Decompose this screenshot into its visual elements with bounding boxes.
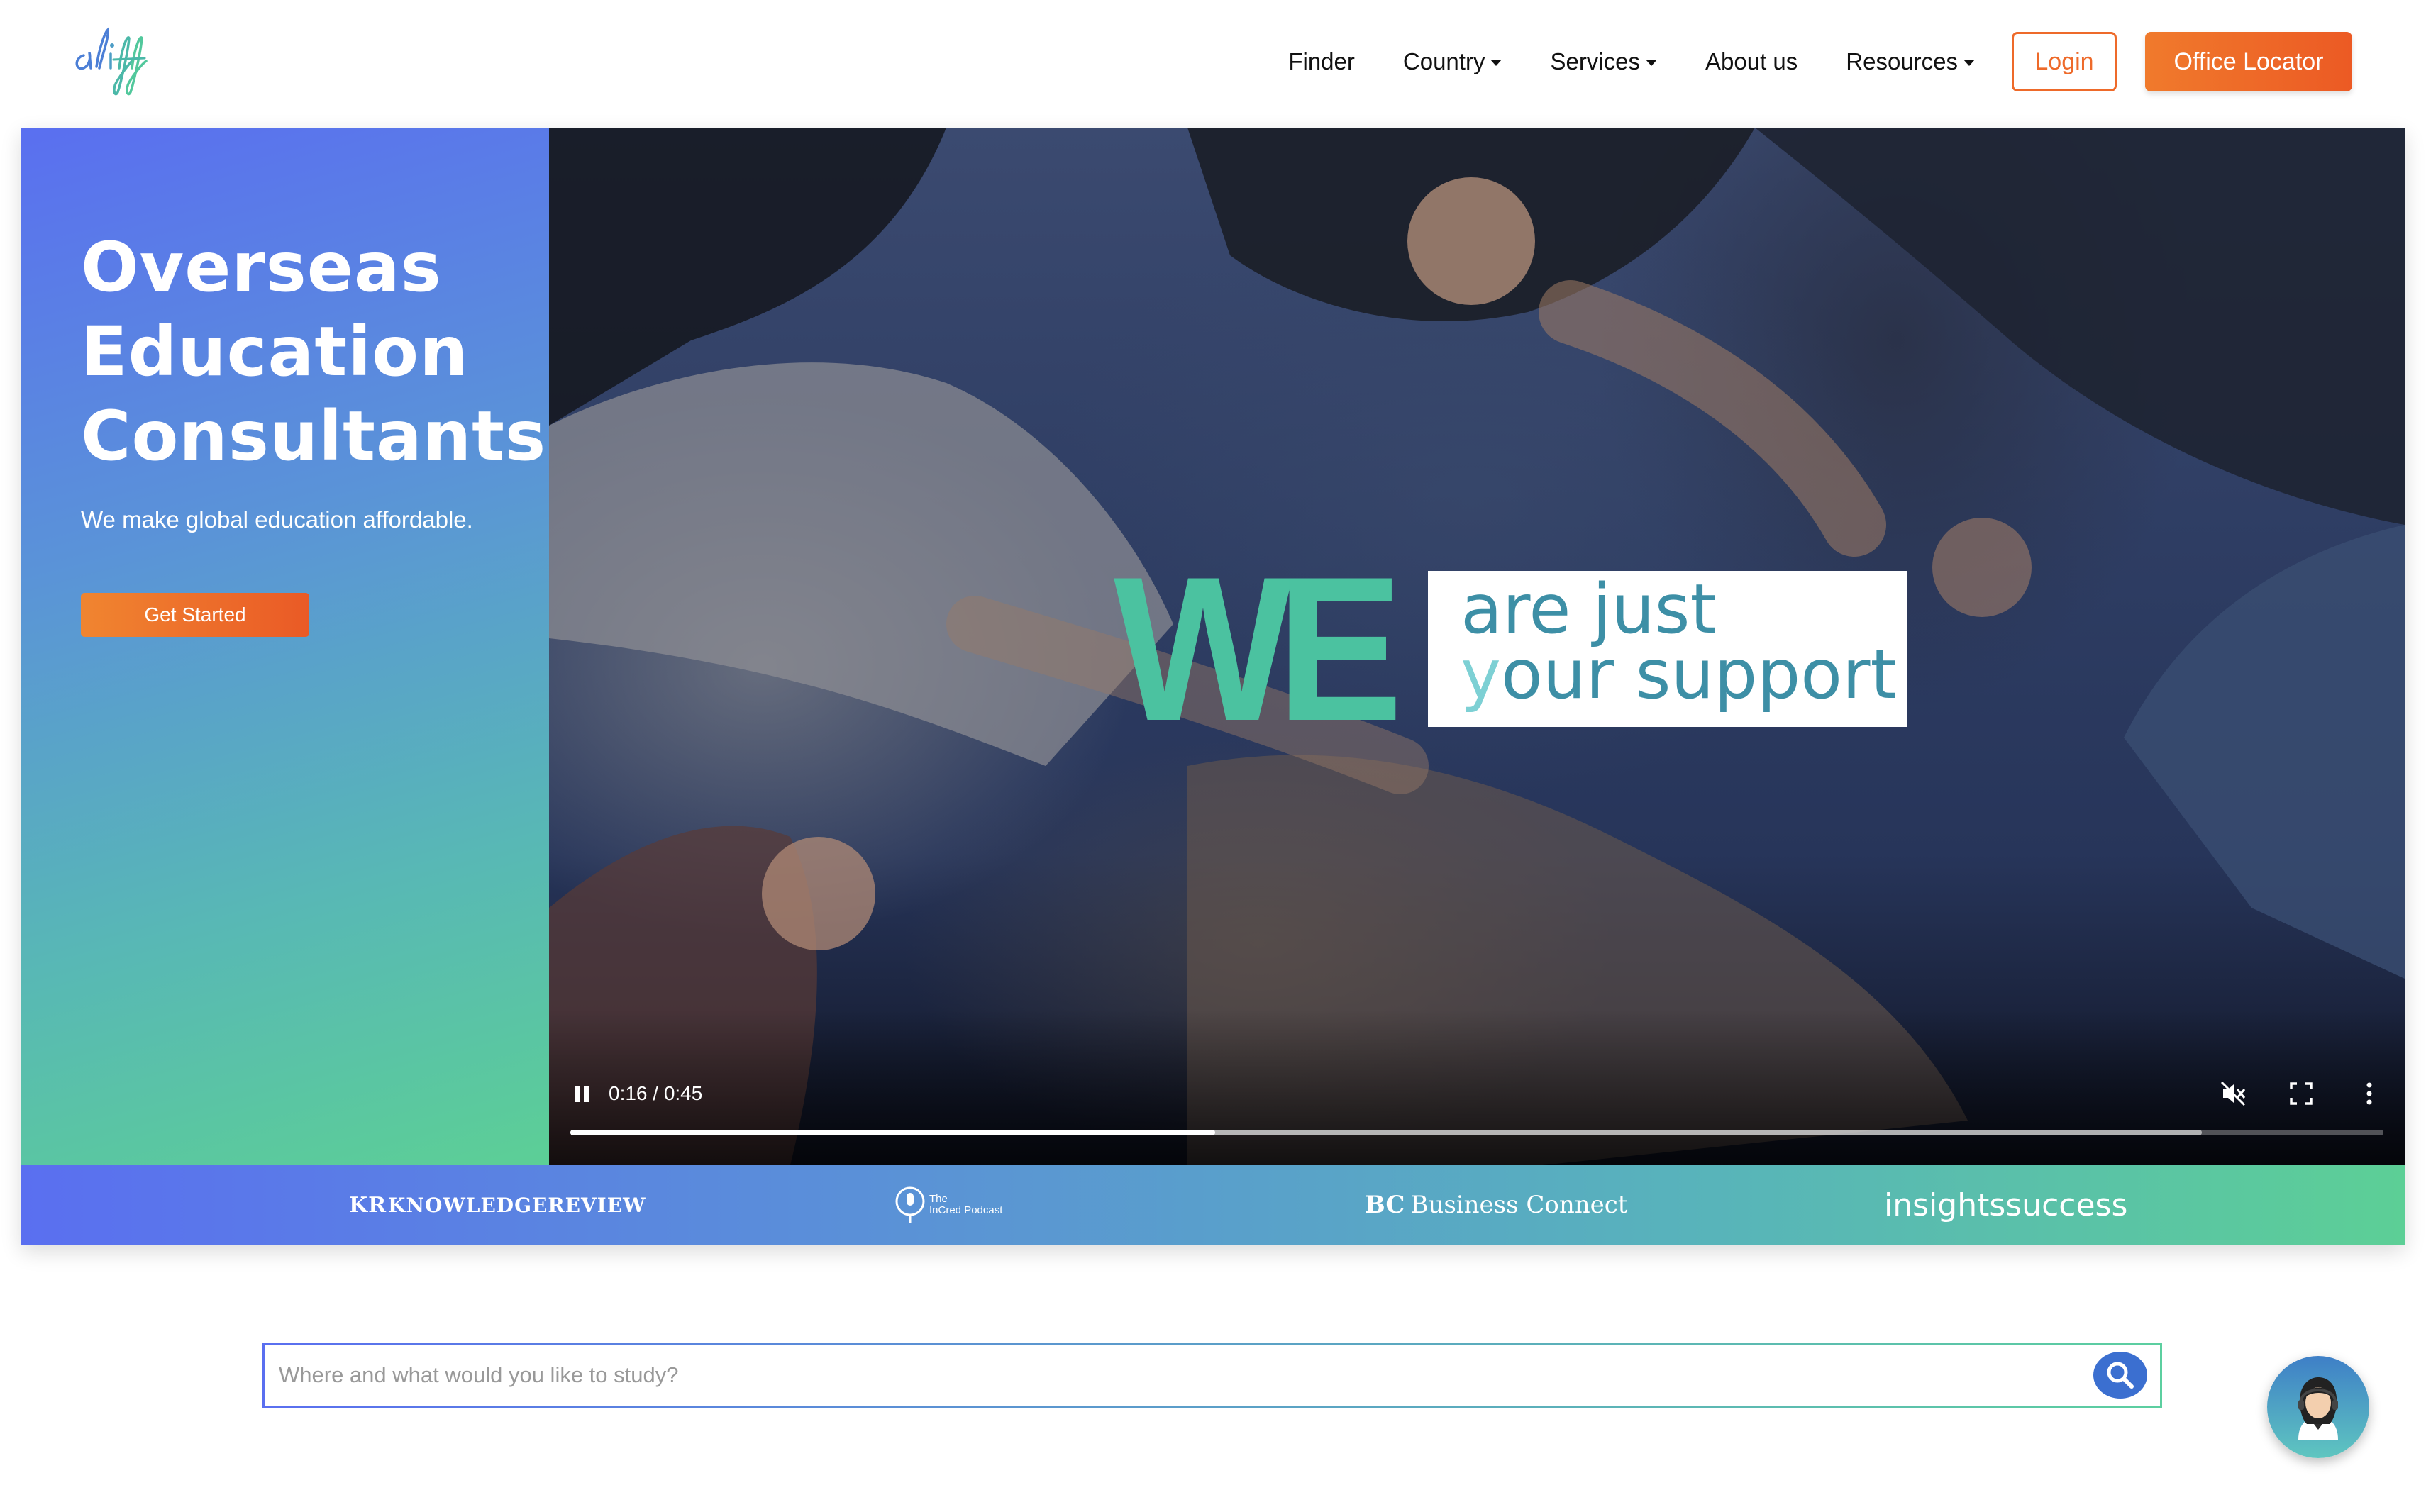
support-agent-icon: [2298, 1377, 2338, 1440]
office-locator-button[interactable]: Office Locator: [2145, 32, 2352, 91]
site-header: Finder Country Services About us Resourc…: [0, 0, 2426, 128]
video-controls-gradient: [549, 1009, 2405, 1165]
search-icon: [2107, 1362, 2134, 1389]
caption-line: are just: [1461, 569, 1717, 649]
search-button[interactable]: [2093, 1352, 2147, 1399]
hero-title-line: Consultants.: [81, 396, 573, 476]
nav-about-us[interactable]: About us: [1705, 48, 1798, 75]
press-logo-text: insightssuccess: [1884, 1186, 2128, 1223]
video-caption: WE are just your support: [1114, 534, 1908, 764]
caret-down-icon: [1646, 59, 1657, 66]
video-progress-bar[interactable]: [570, 1130, 2383, 1135]
hero-title-line: Overseas: [81, 228, 442, 307]
nav-country-label: Country: [1402, 48, 1485, 74]
caption-line-rest: our support: [1500, 635, 1898, 714]
get-started-button[interactable]: Get Started: [81, 593, 309, 637]
nav-services-label: Services: [1550, 48, 1640, 74]
business-connect-logo[interactable]: BC Business Connect: [1365, 1184, 1627, 1226]
podcast-name-line: InCred Podcast: [929, 1204, 1003, 1216]
login-button[interactable]: Login: [2012, 32, 2117, 91]
press-logos-strip: KR KNOWLEDGEREVIEW The InCred Podcast BC…: [21, 1165, 2405, 1245]
caption-text-box: are just your support: [1428, 569, 1908, 727]
nav-about-label: About us: [1705, 48, 1798, 74]
caption-we-text: WE: [1114, 534, 1403, 764]
press-logo-text: Business Connect: [1410, 1191, 1628, 1219]
hero-intro-panel: Overseas Education Consultants. We make …: [21, 128, 573, 1165]
hero-title: Overseas Education Consultants.: [81, 226, 573, 479]
nav-resources-label: Resources: [1846, 48, 1958, 74]
microphone-icon: [895, 1186, 925, 1223]
podcast-name-line: The: [929, 1193, 948, 1205]
caption-first-letter: y: [1461, 635, 1501, 714]
chat-support-button[interactable]: [2267, 1356, 2369, 1458]
hero-subtitle: We make global education affordable.: [81, 506, 473, 533]
nav-finder-label: Finder: [1288, 48, 1355, 74]
hero-section: Overseas Education Consultants. We make …: [21, 128, 2405, 1245]
caret-down-icon: [1490, 59, 1502, 66]
nav-resources-dropdown[interactable]: Resources: [1846, 48, 1975, 75]
insights-success-logo[interactable]: insightssuccess: [1884, 1184, 2127, 1226]
study-search-input[interactable]: [279, 1345, 2081, 1406]
incred-podcast-logo[interactable]: The InCred Podcast: [895, 1184, 1002, 1226]
press-logo-mark: KR: [349, 1192, 387, 1218]
muted-speaker-icon[interactable]: [2217, 1078, 2249, 1109]
more-options-icon[interactable]: [2355, 1078, 2383, 1109]
caret-down-icon: [1963, 59, 1975, 66]
video-played-bar: [570, 1130, 1215, 1135]
main-nav: Finder Country Services About us Resourc…: [1240, 31, 2352, 92]
nav-finder[interactable]: Finder: [1288, 48, 1355, 75]
fullscreen-icon[interactable]: [2286, 1078, 2317, 1109]
podcast-name: The InCred Podcast: [929, 1194, 1002, 1216]
hero-title-line: Education: [81, 312, 469, 391]
caption-line: your support: [1461, 640, 1907, 708]
promo-video-player[interactable]: WE are just your support 0:16 / 0:45: [549, 128, 2405, 1165]
press-logo-text: KNOWLEDGEREVIEW: [388, 1193, 646, 1217]
nav-services-dropdown[interactable]: Services: [1550, 48, 1657, 75]
video-time-display: 0:16 / 0:45: [609, 1082, 703, 1104]
knowledge-review-logo[interactable]: KR KNOWLEDGEREVIEW: [349, 1184, 646, 1226]
pause-icon[interactable]: [572, 1084, 592, 1105]
aliff-logo[interactable]: [68, 18, 153, 104]
nav-country-dropdown[interactable]: Country: [1403, 48, 1502, 75]
study-search-bar: [262, 1343, 2162, 1408]
press-logo-mark: BC: [1365, 1191, 1405, 1219]
